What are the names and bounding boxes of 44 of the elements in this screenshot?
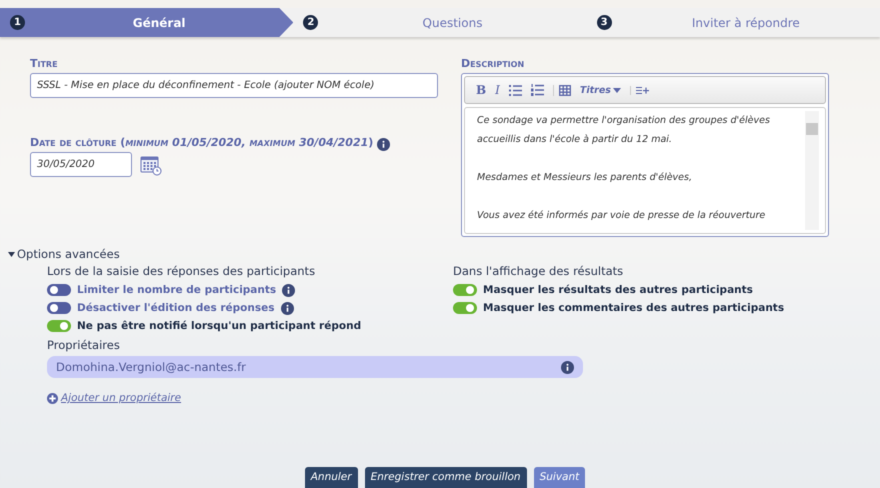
scrollbar[interactable] (805, 111, 819, 230)
toggle-switch[interactable] (453, 302, 477, 314)
section-heading: Lors de la saisie des réponses des participants (47, 264, 316, 278)
caret-icon (612, 88, 621, 92)
description-paragraph: Mesdames et Messieurs les parents d'élèves, (477, 171, 693, 185)
date-field[interactable]: 30/05/2020 (30, 152, 132, 177)
add-icon[interactable] (47, 392, 58, 404)
info-icon (561, 360, 574, 374)
toggle-switch[interactable] (47, 284, 71, 296)
toggle-switch[interactable] (47, 320, 71, 332)
bold-button[interactable]: B (476, 83, 486, 97)
step-tab[interactable]: 3 Inviter à répondre (586, 8, 880, 37)
info-icon (377, 138, 390, 150)
add-owner-link[interactable]: Ajouter un propriétaire (61, 392, 182, 404)
section-heading: Dans l'affichage des résultats (453, 264, 624, 278)
caret-icon (8, 252, 15, 256)
option-label: Limiter le nombre de participants (77, 284, 276, 296)
calendar-icon[interactable] (140, 154, 162, 176)
description-paragraph: Ce sondage va permettre l'organisation des groupes d'élèves accueillis dans l'école à partir du 12 mai. (477, 114, 771, 147)
option-label: Masquer les résultats des autres participants (483, 284, 753, 296)
closing-date-label: Date de clôture (minimum 01/05/2020, maximum 30/04/2021) (30, 136, 374, 149)
toggle-switch[interactable] (47, 302, 71, 314)
italic-button[interactable]: I (495, 83, 500, 97)
insert-line-icon[interactable] (636, 86, 649, 94)
option-label: Masquer les commentaires des autres participants (483, 302, 784, 314)
step-tab[interactable]: 1 Général (0, 8, 294, 37)
bullet-list-icon[interactable] (508, 84, 522, 96)
headings-dropdown[interactable]: Titres (580, 84, 621, 96)
owner-chip[interactable]: Domohina.Vergniol@ac-nantes.fr (47, 356, 583, 378)
step-tab[interactable]: 2 Questions (293, 8, 587, 37)
description-label: Description (461, 57, 526, 70)
description-paragraph: Vous avez été informés par voie de presse de la réouverture (477, 209, 766, 223)
title-field[interactable]: SSSL - Mise en place du déconfinement - Ecole (ajouter NOM école) (30, 73, 438, 98)
option-label: Ne pas être notifié lorsqu'un participant répond (77, 320, 362, 332)
owners-heading: Propriétaires (47, 338, 121, 352)
table-icon[interactable] (558, 84, 571, 96)
option-label: Désactiver l'édition des réponses (77, 302, 274, 314)
next-button[interactable]: Suivant (534, 467, 586, 488)
action-button[interactable]: Enregistrer comme brouillon (364, 467, 527, 488)
toggle-switch[interactable] (453, 284, 477, 296)
advanced-options-toggle[interactable]: Options avancées (8, 247, 120, 261)
title-label: Titre (30, 57, 59, 70)
action-button[interactable]: Annuler (304, 467, 358, 488)
numbered-list-icon[interactable] (530, 84, 544, 96)
